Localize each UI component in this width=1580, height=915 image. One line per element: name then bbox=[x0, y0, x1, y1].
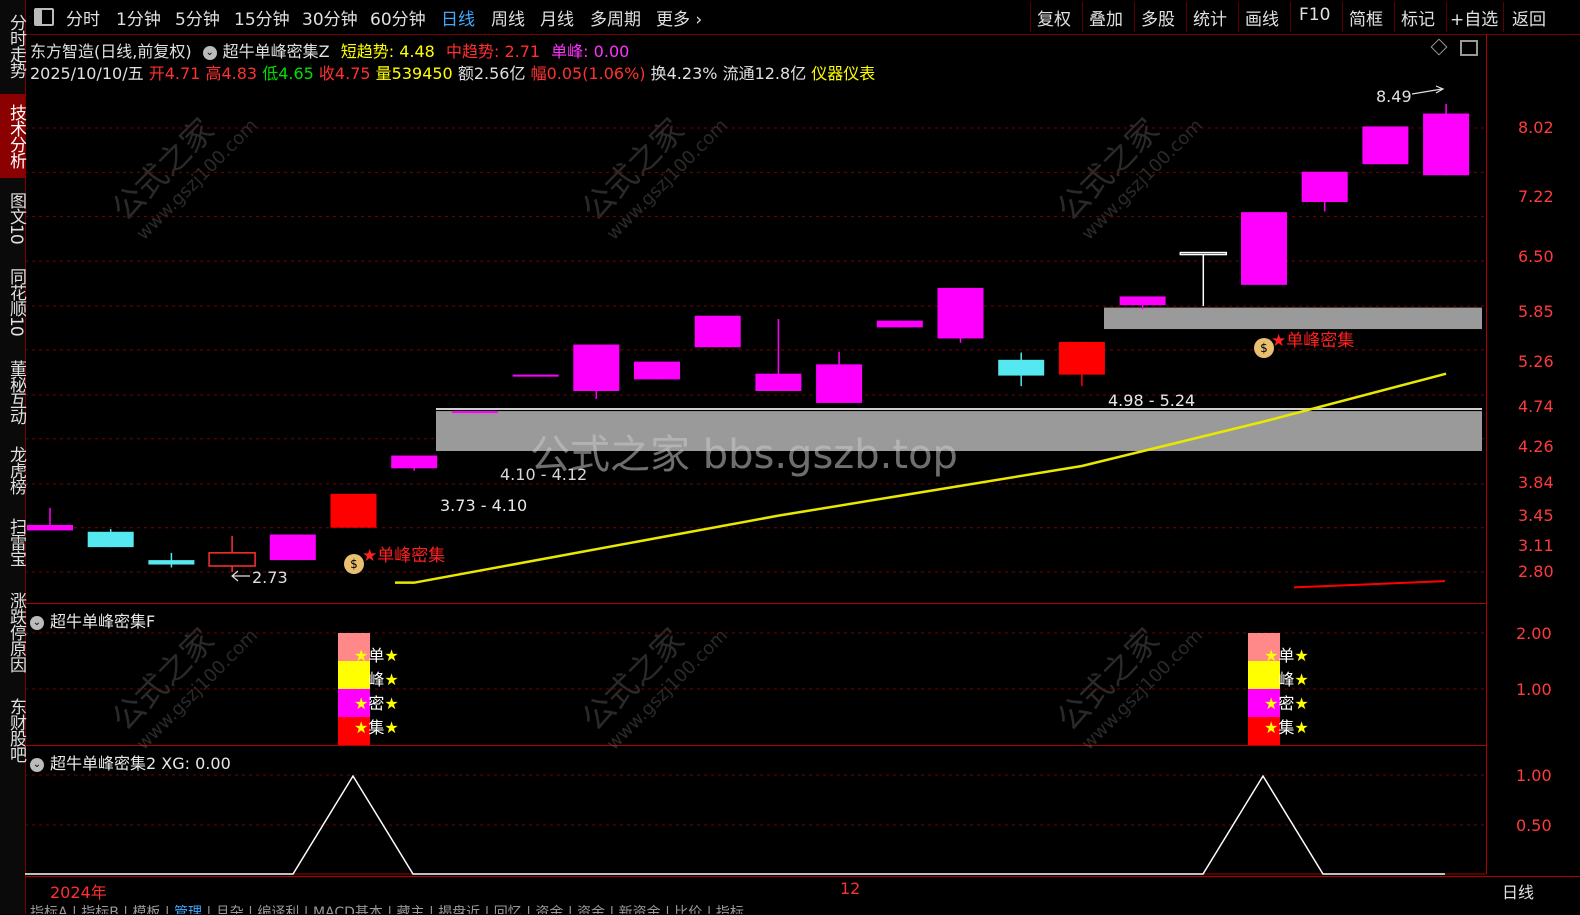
candle-body bbox=[1058, 341, 1105, 375]
bottom-tab[interactable]: 资金 bbox=[535, 905, 563, 914]
candle-body bbox=[391, 455, 438, 469]
time-label: 12 bbox=[840, 879, 861, 898]
candle-body bbox=[1179, 251, 1228, 256]
bottom-tab[interactable]: 指标B bbox=[81, 905, 119, 914]
signal-label: ★单峰密集 bbox=[362, 546, 446, 566]
period-label[interactable]: 日线 bbox=[1502, 879, 1534, 903]
candle-body bbox=[816, 364, 863, 403]
chevron-down-icon[interactable]: ⌄ bbox=[30, 757, 44, 772]
candle-body bbox=[148, 560, 195, 565]
candle-body bbox=[27, 524, 73, 531]
bottom-tab[interactable]: 且杂 bbox=[216, 905, 244, 914]
candle-body bbox=[87, 531, 134, 548]
candle-body bbox=[1241, 212, 1287, 285]
candle-body bbox=[512, 374, 559, 377]
candle-body bbox=[451, 411, 498, 414]
bottom-tab[interactable]: 揭盘近 bbox=[438, 905, 480, 914]
bottom-tab[interactable]: 资金 bbox=[577, 905, 605, 914]
candle-body bbox=[1119, 296, 1166, 306]
bottom-tab[interactable]: 回忆 bbox=[494, 905, 522, 914]
bottom-tab[interactable]: MACD基本 bbox=[313, 905, 383, 914]
bottom-tab[interactable]: 新资金 bbox=[619, 905, 661, 914]
bottom-tab[interactable]: 编译利 bbox=[257, 905, 299, 914]
signal-label: ★单峰密集 bbox=[1271, 331, 1355, 351]
candle-body bbox=[694, 315, 741, 348]
candle-body bbox=[755, 373, 802, 391]
bottom-tab[interactable]: 管理 bbox=[174, 905, 202, 914]
center-watermark: 公式之家 bbs.gszb.top bbox=[530, 432, 958, 478]
chevron-down-icon[interactable]: ⌄ bbox=[30, 615, 44, 630]
candle-body bbox=[634, 361, 680, 380]
candle-body bbox=[998, 359, 1045, 376]
signal-text-stack: ★单★ ★峰★ ★密★ ★集★ bbox=[354, 646, 399, 737]
bottom-tab[interactable]: 比价 bbox=[674, 905, 702, 914]
min-price-label: 2.73 bbox=[252, 568, 288, 587]
candle-body bbox=[1423, 113, 1470, 176]
zone-label: 3.73 - 4.10 bbox=[440, 496, 528, 515]
money-bag-icon: $ bbox=[344, 554, 364, 574]
bottom-tab[interactable]: 指标A bbox=[30, 905, 68, 914]
candle-body bbox=[573, 344, 620, 391]
candle-body bbox=[1301, 171, 1348, 202]
bottom-tab[interactable]: 指标 bbox=[716, 905, 744, 914]
candle-body bbox=[208, 552, 256, 567]
bottom-tab[interactable]: 藏主 bbox=[397, 905, 425, 914]
zone-label: 4.98 - 5.24 bbox=[1108, 391, 1196, 410]
mid-trend-line bbox=[1293, 580, 1446, 589]
signal-text-stack: ★单★ ★峰★ ★密★ ★集★ bbox=[1264, 646, 1309, 737]
panel2-title[interactable]: ⌄ 超牛单峰密集F bbox=[30, 608, 155, 632]
panel3-title[interactable]: ⌄ 超牛单峰密集2 XG: 0.00 bbox=[30, 750, 231, 774]
bottom-tab[interactable]: 模板 bbox=[132, 905, 160, 914]
max-price-label: 8.49 bbox=[1376, 87, 1412, 106]
candle-body bbox=[937, 287, 984, 339]
candle-body bbox=[269, 534, 316, 561]
candle-body bbox=[876, 320, 923, 328]
indicator-tab-strip: 指标A | 指标B | 模板 | 管理 | 且杂 | 编译利 | MACD基本 … bbox=[30, 902, 744, 914]
candle-body bbox=[330, 493, 377, 528]
candle-body bbox=[1362, 126, 1409, 165]
time-label: 2024年 bbox=[50, 883, 107, 902]
